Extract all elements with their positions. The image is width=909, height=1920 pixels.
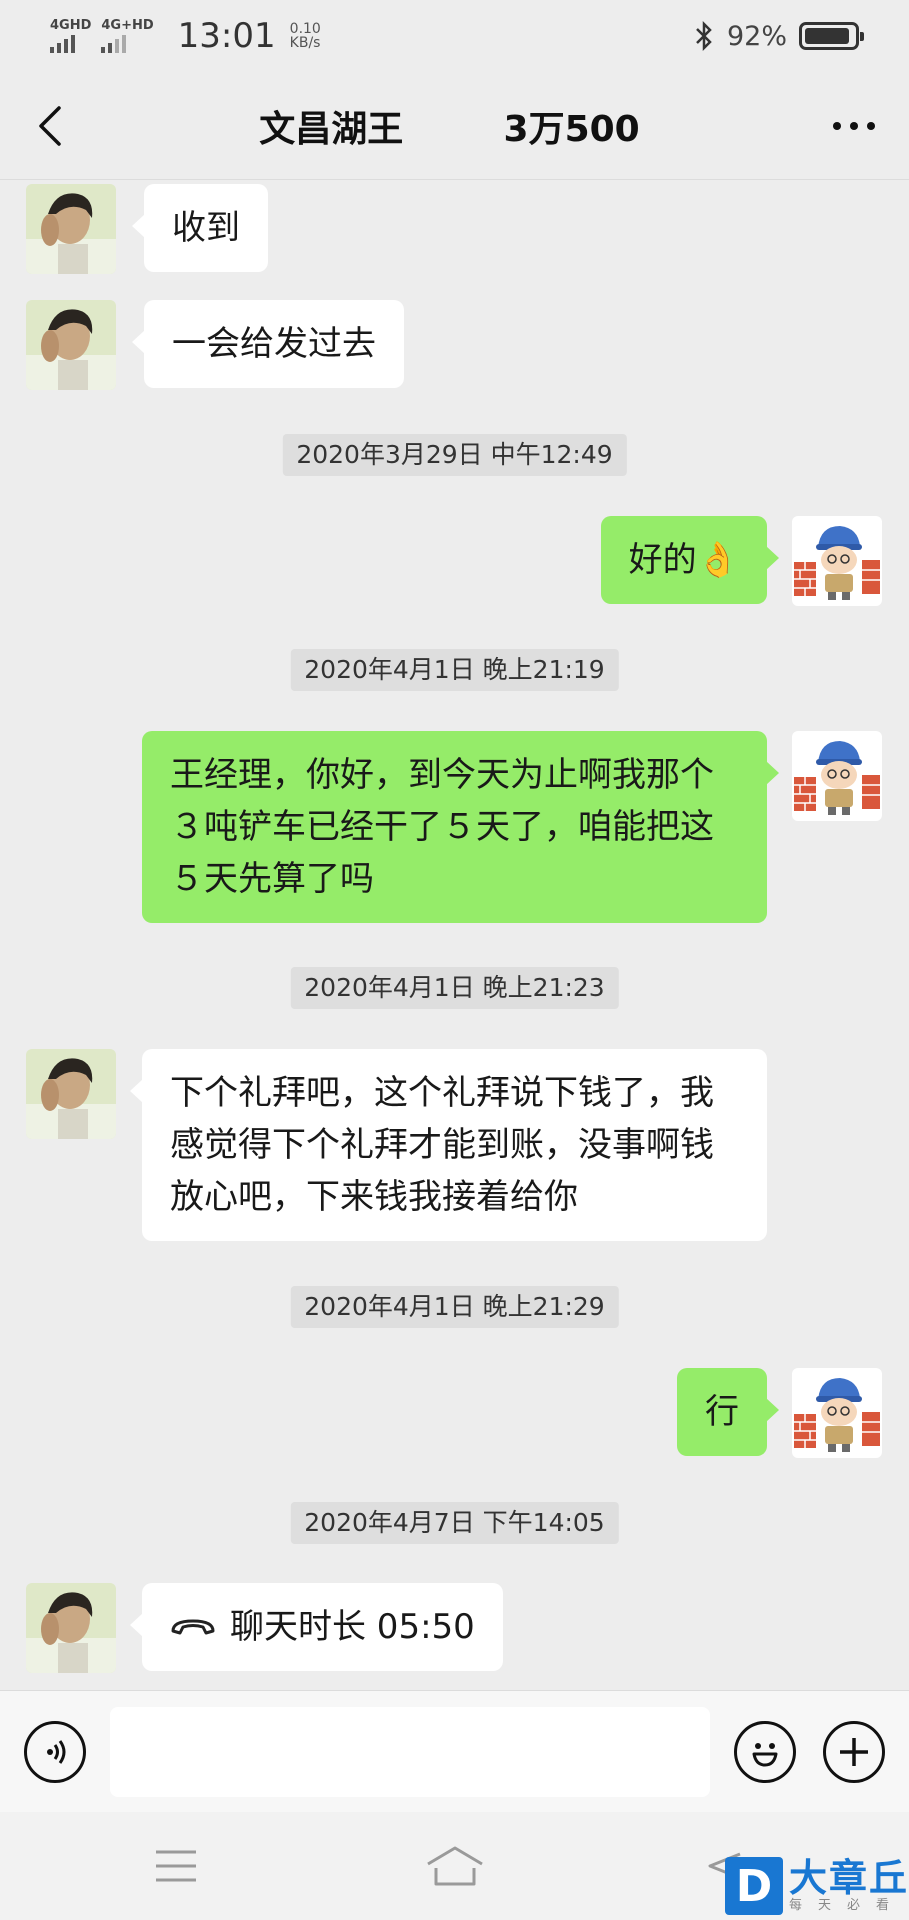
message-text: 一会给发过去 [172, 324, 376, 364]
voice-icon [47, 1740, 66, 1764]
message-text: 收到 [172, 208, 240, 248]
status-bar: 4GHD 4G+HD 13:01 0.10 KB/s 92% [0, 0, 909, 72]
message-row: 收到 [26, 182, 886, 274]
signal-1-label: 4GHD [50, 18, 92, 33]
status-right: 92% [693, 20, 864, 52]
chat-header: 文昌湖王 3万500 [0, 72, 909, 180]
message-row: 王经理，你好，到今天为止啊我那个３吨铲车已经干了５天了，咱能把这５天先算了吗 [0, 731, 909, 927]
timestamp-chip: 2020年4月1日 晚上21:19 [290, 649, 619, 691]
chat-title: 文昌湖王 3万500 [259, 108, 640, 150]
signal-2: 4G+HD [101, 18, 154, 53]
network-speed-value: 0.10 [289, 21, 321, 37]
message-bubble[interactable]: 一会给发过去 [132, 300, 404, 388]
call-duration-text: 聊天时长 05:50 [230, 1607, 475, 1647]
bluetooth-icon [696, 20, 712, 52]
watermark-name: 大章丘 [788, 1856, 909, 1900]
input-bar [0, 1690, 909, 1812]
avatar[interactable] [792, 1368, 882, 1458]
message-bubble[interactable]: 收到 [132, 184, 268, 272]
more-button[interactable] [799, 72, 909, 180]
network-speed-unit: KB/s [289, 35, 321, 51]
signal-bars-icon [50, 35, 75, 53]
avatar[interactable] [26, 1049, 116, 1139]
watermark: D 大章丘 每天必看 [724, 1852, 909, 1920]
message-text: 王经理，你好，到今天为止啊我那个３吨铲车已经干了５天了，咱能把这５天先算了吗 [170, 755, 714, 899]
emoji-button[interactable] [734, 1721, 796, 1783]
battery-fill [805, 28, 850, 44]
watermark-logo: D [724, 1857, 783, 1915]
message-row: 一会给发过去 [26, 300, 886, 392]
call-record-bubble[interactable]: 聊天时长 05:50 [130, 1583, 503, 1671]
back-button[interactable] [0, 72, 100, 180]
clock: 13:01 [177, 16, 276, 56]
chevron-left-icon [39, 105, 61, 146]
timestamp-chip: 2020年3月29日 中午12:49 [282, 434, 627, 476]
timestamp-chip: 2020年4月7日 下午14:05 [290, 1502, 619, 1544]
battery-icon [799, 22, 864, 50]
message-text: 好的👌 [628, 540, 739, 580]
avatar[interactable] [792, 516, 882, 606]
timestamp-chip: 2020年4月1日 晚上21:29 [290, 1286, 619, 1328]
network-speed: 0.10 KB/s [290, 22, 321, 50]
message-row: 好的👌 [0, 516, 909, 608]
menu-icon[interactable] [152, 1846, 200, 1886]
message-row: 下个礼拜吧，这个礼拜说下钱了，我感觉得下个礼拜才能到账，没事啊钱放心吧，下来钱我… [26, 1049, 886, 1245]
avatar[interactable] [26, 1583, 116, 1673]
message-bubble[interactable]: 好的👌 [600, 516, 780, 604]
timestamp-chip: 2020年4月1日 晚上21:23 [290, 967, 619, 1009]
watermark-text: 大章丘 每天必看 [789, 1858, 909, 1914]
signal-2-label: 4G+HD [101, 18, 154, 33]
message-input[interactable] [110, 1707, 710, 1797]
signal-1: 4GHD [50, 19, 91, 53]
avatar[interactable] [26, 184, 116, 274]
signal-bars-icon [101, 35, 127, 53]
battery-percent: 92% [726, 20, 787, 52]
voice-button[interactable] [24, 1721, 86, 1783]
message-bubble[interactable]: 下个礼拜吧，这个礼拜说下钱了，我感觉得下个礼拜才能到账，没事啊钱放心吧，下来钱我… [130, 1049, 767, 1241]
message-row: 聊天时长 05:50 [26, 1583, 886, 1675]
emoji-icon [752, 1743, 778, 1767]
plus-button[interactable] [823, 1721, 885, 1783]
avatar[interactable] [26, 300, 116, 390]
avatar[interactable] [792, 731, 882, 821]
message-bubble[interactable]: 王经理，你好，到今天为止啊我那个３吨铲车已经干了５天了，咱能把这５天先算了吗 [142, 731, 779, 923]
message-bubble[interactable]: 行 [677, 1368, 779, 1456]
phone-hangup-icon [171, 1619, 215, 1635]
home-icon[interactable] [424, 1844, 486, 1888]
more-dots-icon [833, 121, 875, 130]
message-row: 行 [0, 1368, 909, 1460]
message-text: 行 [705, 1392, 739, 1432]
message-text: 下个礼拜吧，这个礼拜说下钱了，我感觉得下个礼拜才能到账，没事啊钱放心吧，下来钱我… [170, 1073, 714, 1217]
watermark-slogan: 每天必看 [788, 1898, 905, 1913]
plus-icon [840, 1738, 868, 1766]
